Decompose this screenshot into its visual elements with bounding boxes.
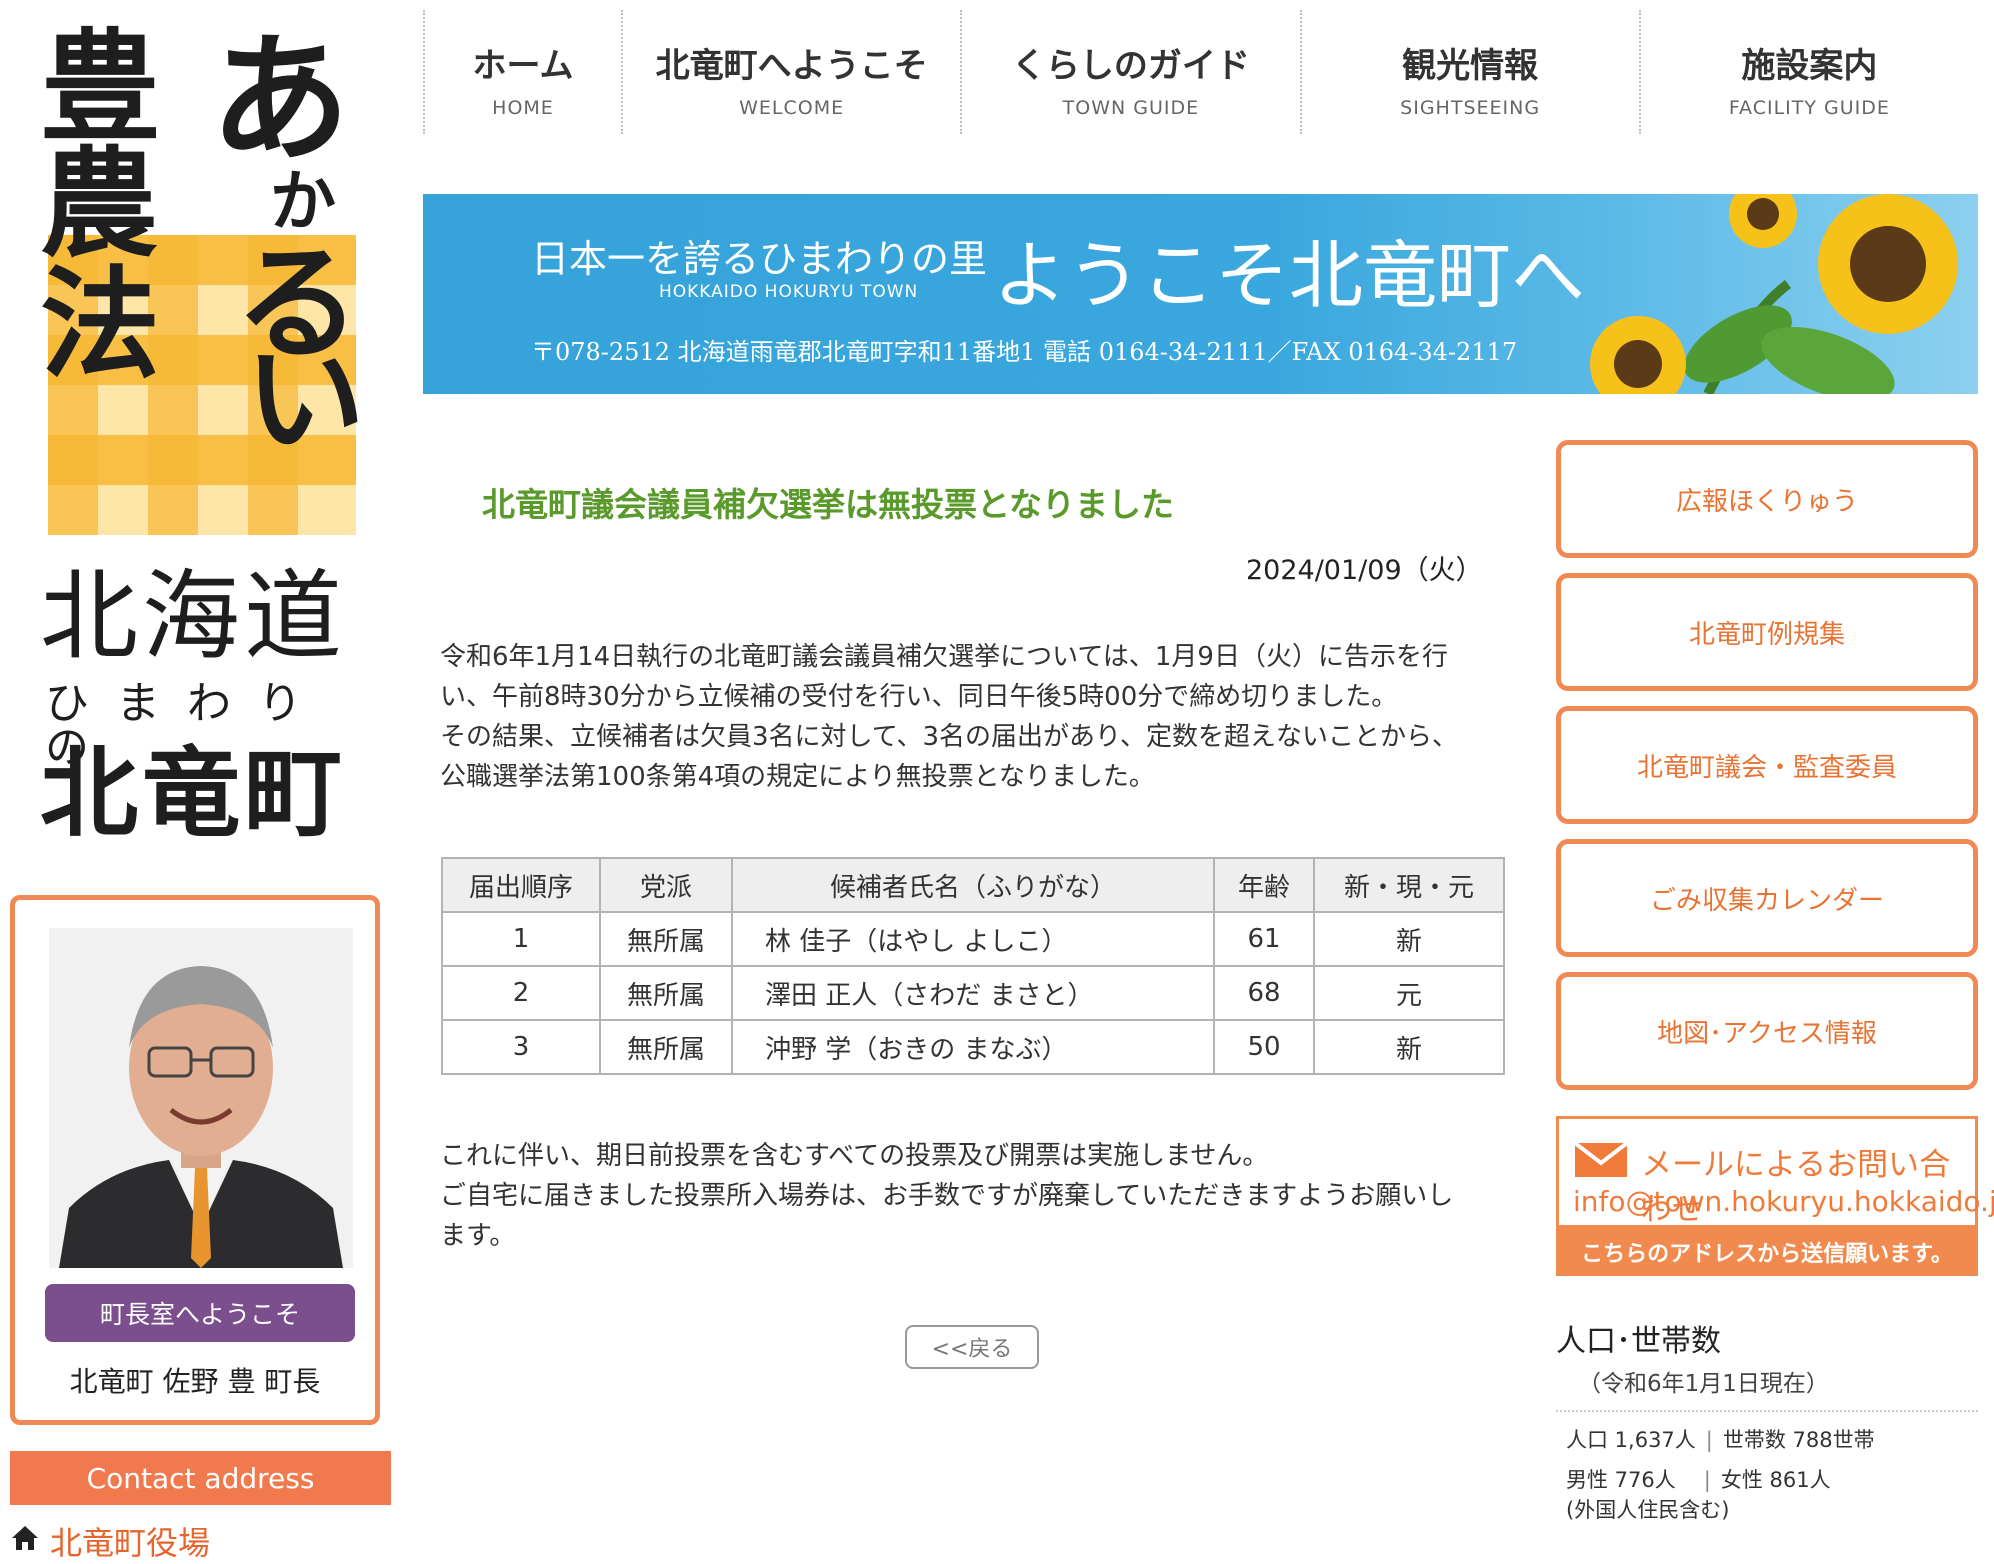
female-count: 女性 861人 (1720, 1468, 1831, 1492)
table-row: 3 無所属 沖野 学（おきの まなぶ） 50 新 (441, 1019, 1505, 1075)
article-paragraph-1: 令和6年1月14日執行の北竜町議会議員補欠選挙については、1月9日（火）に告示を… (440, 637, 1520, 797)
table-row: 2 無所属 澤田 正人（さわだ まさと） 68 元 (441, 965, 1505, 1021)
table-cell: 2 (441, 965, 601, 1021)
table-cell: 3 (441, 1019, 601, 1075)
mayor-photo[interactable] (49, 928, 353, 1268)
candidates-table: 届出順序 党派 候補者氏名（ふりがな） 年齢 新・現・元 1 無所属 林 佳子（… (441, 857, 1505, 1075)
logo-char: あ (210, 18, 351, 182)
logo-hokkaido: 北海道 (40, 560, 347, 674)
nav-label: くらしのガイド (1011, 46, 1250, 86)
nav-sightseeing[interactable]: 観光情報 SIGHTSEEING (1299, 10, 1639, 134)
article-date: 2024/01/09（火） (1246, 555, 1483, 586)
nav-home[interactable]: ホーム HOME (423, 10, 621, 134)
banner-welcome: ようこそ北竜町へ (993, 233, 1585, 319)
nav-sublabel: SIGHTSEEING (1400, 97, 1541, 119)
mail-inquiry-top: メールによるお問い合わせ info@town.hokuryu.hokkaido.… (1556, 1116, 1994, 1228)
column-header: 届出順序 (441, 857, 601, 913)
mail-note: こちらのアドレスから送信願います。 (1581, 1242, 1953, 1267)
logo-char: 豊 (40, 17, 160, 158)
nav-label: 観光情報 (1402, 46, 1539, 86)
household-count: 世帯数 788世帯 (1722, 1428, 1875, 1452)
mail-address: info@town.hokuryu.hokkaido.jp (1573, 1185, 1994, 1218)
logo-char: い (245, 329, 365, 470)
contact-address-heading: Contact address (10, 1451, 391, 1505)
nav-town-guide[interactable]: くらしのガイド TOWN GUIDE (960, 10, 1299, 134)
divider (1556, 1410, 1978, 1412)
table-cell: 1 (441, 911, 601, 967)
table-header-row: 届出順序 党派 候補者氏名（ふりがな） 年齢 新・現・元 (441, 857, 1505, 913)
table-cell: 無所属 (599, 965, 733, 1021)
column-header: 年齢 (1213, 857, 1315, 913)
sidebar-link-map-access[interactable]: 地図･アクセス情報 (1556, 972, 1978, 1090)
table-cell: 61 (1213, 911, 1315, 967)
table-row: 1 無所属 林 佳子（はやし よしこ） 61 新 (441, 911, 1505, 967)
text-line: ます。 (440, 1221, 516, 1251)
text-line: 令和6年1月14日執行の北竜町議会議員補欠選挙については、1月9日（火）に告示を… (440, 642, 1448, 672)
table-cell: 無所属 (599, 1019, 733, 1075)
table-cell: 50 (1213, 1019, 1315, 1075)
column-header: 新・現・元 (1313, 857, 1505, 913)
article-paragraph-2: これに伴い、期日前投票を含むすべての投票及び開票は実施しません。 ご自宅に届きま… (440, 1136, 1520, 1256)
welcome-banner: 日本一を誇るひまわりの里 HOKKAIDO HOKURYU TOWN ようこそ北… (423, 194, 1978, 394)
population-total: 人口 1,637人 (1566, 1428, 1696, 1452)
envelope-icon (1573, 1141, 1629, 1183)
mail-inquiry-banner[interactable]: メールによるお問い合わせ info@town.hokuryu.hokkaido.… (1556, 1116, 1994, 1276)
sunflower-illustration (1590, 194, 1958, 394)
banner-tagline: 日本一を誇るひまわりの里 (531, 237, 988, 281)
nav-welcome[interactable]: 北竜町へようこそ WELCOME (621, 10, 960, 134)
sidebar-link-koho[interactable]: 広報ほくりゅう (1556, 440, 1978, 558)
text-line: これに伴い、期日前投票を含むすべての投票及び開票は実施しません。 (440, 1141, 1269, 1171)
male-count: 男性 776人 (1566, 1468, 1676, 1492)
population-date: （令和6年1月1日現在） (1578, 1371, 1829, 1397)
population-note: (外国人住民含む) (1566, 1498, 1730, 1522)
sidebar-link-garbage-calendar[interactable]: ごみ収集カレンダー (1556, 839, 1978, 957)
banner-tagline-en: HOKKAIDO HOKURYU TOWN (659, 282, 919, 302)
town-office-label: 北竜町役場 (50, 1524, 211, 1562)
back-button[interactable]: <<戻る (905, 1325, 1039, 1369)
column-header: 党派 (599, 857, 733, 913)
nav-label: 北竜町へようこそ (655, 46, 928, 86)
table-cell: 新 (1313, 911, 1505, 967)
sidebar-link-regulations[interactable]: 北竜町例規集 (1556, 573, 1978, 691)
sidebar-link-council[interactable]: 北竜町議会・監査委員 (1556, 706, 1978, 824)
table-cell: 新 (1313, 1019, 1505, 1075)
global-nav: ホーム HOME 北竜町へようこそ WELCOME くらしのガイド TOWN G… (423, 10, 1978, 134)
text-line: ご自宅に届きました投票所入場券は、お手数ですが廃棄していただきますようお願いし (440, 1181, 1454, 1211)
logo-char: か (270, 162, 336, 240)
nav-sublabel: FACILITY GUIDE (1728, 97, 1890, 119)
table-cell: 68 (1213, 965, 1315, 1021)
text-line: その結果、立候補者は欠員3名に対して、3名の届出があり、定数を超えないことから、 (440, 722, 1458, 752)
mayor-name: 北竜町 佐野 豊 町長 (69, 1365, 321, 1398)
nav-sublabel: WELCOME (739, 97, 845, 119)
column-header: 候補者氏名（ふりがな） (731, 857, 1215, 913)
table-cell: 沖野 学（おきの まなぶ） (731, 1019, 1215, 1075)
nav-sublabel: HOME (492, 97, 554, 119)
nav-sublabel: TOWN GUIDE (1062, 97, 1200, 119)
mayor-panel: 町長室へようこそ 北竜町 佐野 豊 町長 (10, 895, 380, 1425)
population-row: 男性 776人 | 女性 861人 (1566, 1468, 1831, 1492)
text-line: い、午前8時30分から立候補の受付を行い、同日午後5時00分で締め切りました。 (440, 682, 1398, 712)
mayor-office-button[interactable]: 町長室へようこそ (45, 1284, 355, 1342)
nav-label: ホーム (472, 46, 574, 86)
table-cell: 無所属 (599, 911, 733, 967)
text-line: 公職選挙法第100条第4項の規定により無投票となりました。 (440, 762, 1155, 792)
logo-char: 法 (40, 254, 160, 395)
logo-town-name: 北竜町 (40, 737, 347, 851)
town-office-link[interactable]: 北竜町役場 (10, 1518, 210, 1564)
nav-facility-guide[interactable]: 施設案内 FACILITY GUIDE (1638, 10, 1978, 134)
population-row: 人口 1,637人 | 世帯数 788世帯 (1566, 1428, 1875, 1452)
banner-address: 〒078-2512 北海道雨竜郡北竜町字和11番地1 電話 0164-34-21… (531, 338, 1518, 366)
table-cell: 元 (1313, 965, 1505, 1021)
population-title: 人口･世帯数 (1556, 1324, 1721, 1359)
home-icon (10, 1522, 40, 1560)
logo-char: 農 (40, 134, 159, 273)
nav-label: 施設案内 (1741, 46, 1878, 86)
table-cell: 林 佳子（はやし よしこ） (731, 911, 1215, 967)
mayor-portrait-image (49, 928, 353, 1268)
article-title: 北竜町議会議員補欠選挙は無投票となりました (482, 485, 1175, 524)
town-logo[interactable]: 豊 農 法 あ か る い 北海道 ひまわりの 北竜町 (30, 10, 370, 850)
table-cell: 澤田 正人（さわだ まさと） (731, 965, 1215, 1021)
